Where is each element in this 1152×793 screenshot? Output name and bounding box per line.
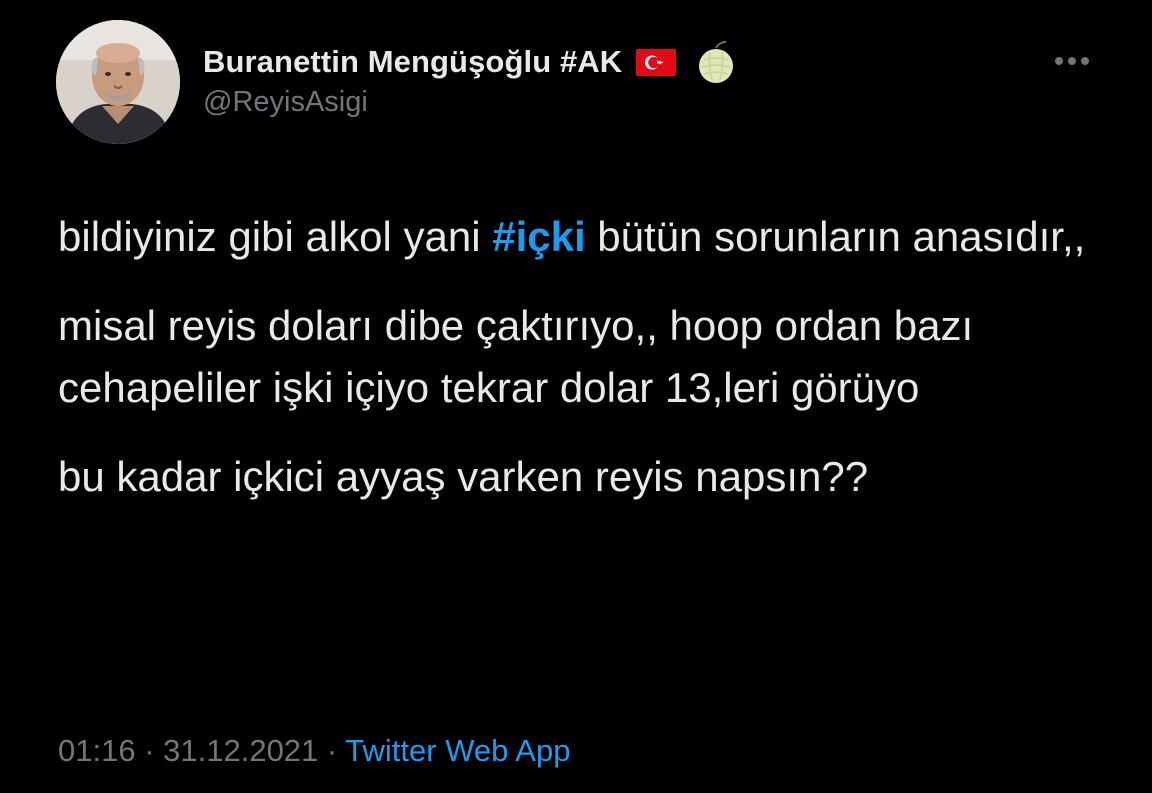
melon-icon — [696, 40, 736, 84]
tweet-card: Buranettin Mengüşoğlu #AK @ReyisAsigi bi… — [0, 0, 1152, 793]
meta-separator: · — [318, 733, 346, 768]
avatar-photo — [56, 20, 180, 144]
more-options-button[interactable] — [1049, 48, 1095, 74]
author-handle[interactable]: @ReyisAsigi — [203, 86, 368, 119]
author-name-row: Buranettin Mengüşoğlu #AK — [203, 40, 736, 84]
tweet-metadata: 01:16 · 31.12.2021 · Twitter Web App — [58, 733, 570, 769]
tweet-text: bildiyiniz gibi alkol yani #içki bütün s… — [58, 206, 1128, 535]
tweet-paragraph-2: misal reyis doları dibe çaktırıyo,, hoop… — [58, 302, 974, 411]
tweet-time[interactable]: 01:16 — [58, 733, 136, 768]
tweet-source-link[interactable]: Twitter Web App — [345, 733, 570, 768]
tweet-paragraph-1: bildiyiniz gibi alkol yani #içki bütün s… — [58, 213, 1086, 260]
more-horizontal-icon — [1055, 57, 1089, 65]
author-display-name[interactable]: Buranettin Mengüşoğlu #AK — [203, 44, 622, 80]
tweet-paragraph-3: bu kadar içkici ayyaş varken reyis napsı… — [58, 453, 869, 500]
avatar[interactable] — [56, 20, 180, 144]
turkey-flag-icon — [636, 48, 677, 76]
meta-separator: · — [135, 733, 164, 768]
hashtag-link[interactable]: #içki — [492, 213, 585, 260]
tweet-date[interactable]: 31.12.2021 — [163, 733, 318, 768]
